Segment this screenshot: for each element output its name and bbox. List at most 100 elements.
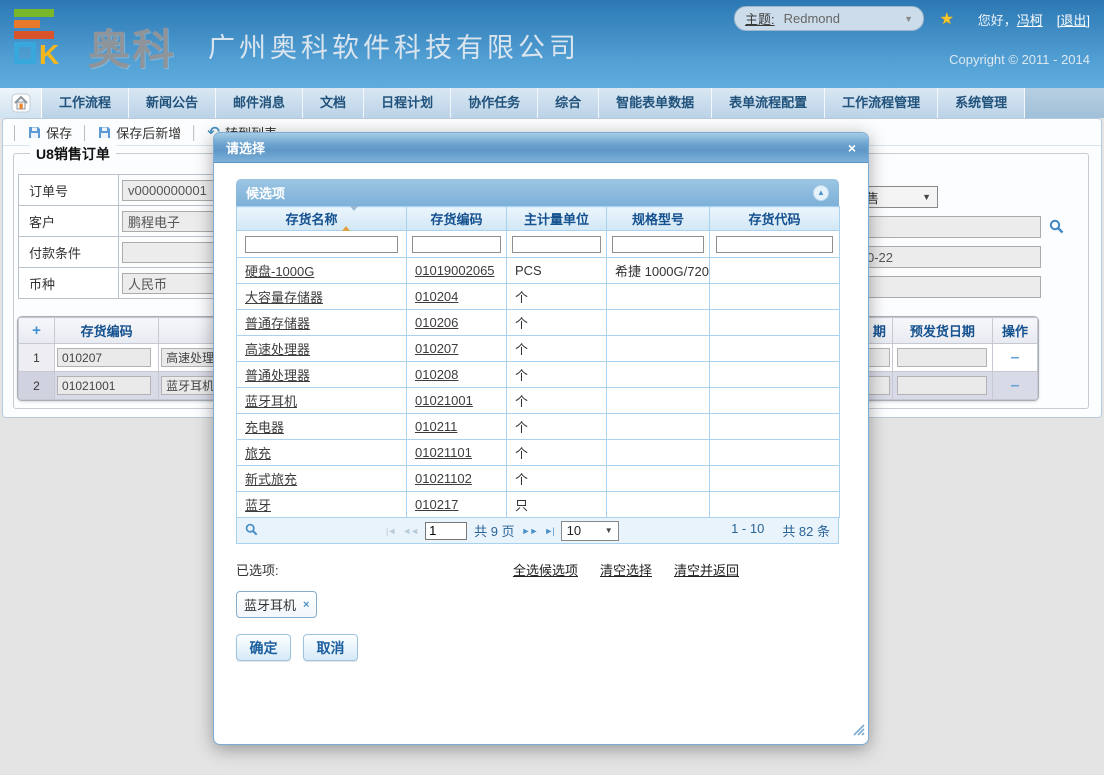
first-page-icon[interactable]: |◄ bbox=[386, 526, 395, 536]
item-name-link[interactable]: 蓝牙耳机 bbox=[245, 394, 297, 409]
item-stock-code bbox=[710, 336, 840, 362]
brand-name: 奥科 bbox=[88, 16, 176, 77]
item-stock-code bbox=[710, 258, 840, 284]
remove-row-icon[interactable]: – bbox=[995, 377, 1035, 395]
close-icon[interactable]: × bbox=[848, 140, 856, 156]
order-date-field[interactable] bbox=[861, 246, 1041, 268]
items-action-header: 操作 bbox=[992, 318, 1037, 344]
chevron-down-icon: ▼ bbox=[922, 192, 931, 202]
user-name-link[interactable]: 冯柯 bbox=[1017, 13, 1043, 28]
remove-row-icon[interactable]: – bbox=[995, 349, 1035, 367]
nav-tab-schedule[interactable]: 日程计划 bbox=[364, 88, 451, 118]
clear-and-return-link[interactable]: 清空并返回 bbox=[674, 560, 739, 579]
filter-stock-code-input[interactable] bbox=[716, 236, 832, 253]
page-size-select[interactable]: 10 ▼ bbox=[561, 521, 619, 541]
item-name-link[interactable]: 高速处理器 bbox=[245, 342, 310, 357]
item-code-link[interactable]: 01021101 bbox=[415, 445, 472, 460]
nav-tab-system-mgmt[interactable]: 系统管理 bbox=[938, 88, 1025, 118]
dialog-titlebar[interactable]: 请选择 × bbox=[214, 133, 868, 163]
filter-code-input[interactable] bbox=[412, 236, 501, 253]
theme-selector[interactable]: 主题: Redmond ▼ bbox=[734, 6, 924, 31]
nav-tab-docs[interactable]: 文档 bbox=[303, 88, 364, 118]
nav-tab-workflow-mgmt[interactable]: 工作流程管理 bbox=[825, 88, 938, 118]
item-code-link[interactable]: 01021001 bbox=[415, 393, 473, 408]
nav-tab-workflow[interactable]: 工作流程 bbox=[42, 88, 129, 118]
candidates-panel-header: 候选项 ▲ bbox=[236, 179, 839, 206]
item-stock-code bbox=[710, 492, 840, 518]
order-form-title: U8销售订单 bbox=[30, 144, 116, 164]
extra-field[interactable] bbox=[861, 276, 1041, 298]
logout-link[interactable]: [退出] bbox=[1057, 13, 1090, 28]
item-predelivery-field[interactable] bbox=[897, 348, 987, 367]
nav-tab-form-flow-config[interactable]: 表单流程配置 bbox=[712, 88, 825, 118]
chip-remove-icon[interactable]: × bbox=[303, 599, 309, 611]
add-row-icon[interactable]: + bbox=[32, 322, 41, 339]
collapse-icon[interactable]: ▲ bbox=[813, 185, 829, 201]
chevron-down-icon: ▼ bbox=[904, 14, 913, 24]
nav-tab-smart-form-data[interactable]: 智能表单数据 bbox=[599, 88, 712, 118]
col-header-code[interactable]: 存货编码 bbox=[407, 207, 507, 231]
item-predelivery-field[interactable] bbox=[897, 376, 987, 395]
filter-unit-input[interactable] bbox=[512, 236, 601, 253]
selected-chip-label: 蓝牙耳机 bbox=[244, 595, 296, 614]
item-code-link[interactable]: 010211 bbox=[415, 419, 457, 434]
ok-button[interactable]: 确定 bbox=[236, 634, 291, 661]
item-name-link[interactable]: 蓝牙 bbox=[245, 498, 271, 513]
logo-k-letter: K bbox=[39, 42, 59, 68]
items-code-header: 存货编码 bbox=[55, 318, 159, 344]
resize-grip-icon[interactable] bbox=[852, 723, 865, 741]
item-spec bbox=[607, 492, 710, 518]
item-name-link[interactable]: 普通处理器 bbox=[245, 368, 310, 383]
save-and-new-button[interactable]: 保存后新增 bbox=[98, 123, 181, 142]
item-name-link[interactable]: 新式旅充 bbox=[245, 472, 297, 487]
item-unit: 个 bbox=[507, 414, 607, 440]
item-code-link[interactable]: 010204 bbox=[415, 289, 458, 304]
col-header-spec[interactable]: 规格型号 bbox=[607, 207, 710, 231]
item-code-link[interactable]: 010217 bbox=[415, 497, 458, 512]
select-all-link[interactable]: 全选候选项 bbox=[513, 560, 578, 579]
clear-selection-link[interactable]: 清空选择 bbox=[600, 560, 652, 579]
item-code-link[interactable]: 010207 bbox=[415, 341, 458, 356]
item-code-link[interactable]: 01019002065 bbox=[415, 263, 495, 278]
dialog-title: 请选择 bbox=[226, 138, 265, 157]
item-name-link[interactable]: 旅充 bbox=[245, 446, 271, 461]
col-header-unit[interactable]: 主计量单位 bbox=[507, 207, 607, 231]
item-name-link[interactable]: 大容量存储器 bbox=[245, 290, 323, 305]
nav-tab-news[interactable]: 新闻公告 bbox=[129, 88, 216, 118]
nav-tab-mail[interactable]: 邮件消息 bbox=[216, 88, 303, 118]
item-code-field[interactable] bbox=[57, 376, 151, 395]
col-header-stock-code[interactable]: 存货代码 bbox=[710, 207, 840, 231]
search-icon[interactable] bbox=[1049, 219, 1064, 239]
filter-spec-input[interactable] bbox=[612, 236, 704, 253]
cancel-button[interactable]: 取消 bbox=[303, 634, 358, 661]
search-icon[interactable] bbox=[245, 523, 258, 539]
page-number-input[interactable] bbox=[425, 522, 467, 540]
candidate-row: 普通处理器 010208 个 bbox=[237, 362, 840, 388]
item-unit: 个 bbox=[507, 466, 607, 492]
filter-name-input[interactable] bbox=[245, 236, 397, 253]
logo-stripe bbox=[14, 31, 54, 39]
theme-label: 主题: bbox=[745, 9, 775, 28]
prev-page-icon[interactable]: ◄◄ bbox=[402, 526, 418, 536]
item-code-link[interactable]: 01021102 bbox=[415, 471, 472, 486]
home-icon bbox=[10, 93, 32, 113]
item-name-link[interactable]: 硬盘-1000G bbox=[245, 264, 314, 279]
last-page-icon[interactable]: ►| bbox=[544, 526, 553, 536]
selected-chip[interactable]: 蓝牙耳机 × bbox=[236, 591, 317, 618]
nav-home-tab[interactable] bbox=[0, 88, 42, 118]
nav-tab-collab[interactable]: 协作任务 bbox=[451, 88, 538, 118]
favorite-star-icon[interactable]: ★ bbox=[940, 9, 954, 29]
nav-tab-general[interactable]: 综合 bbox=[538, 88, 599, 118]
next-page-icon[interactable]: ►► bbox=[522, 526, 538, 536]
candidate-row: 充电器 010211 个 bbox=[237, 414, 840, 440]
item-name-link[interactable]: 普通存储器 bbox=[245, 316, 310, 331]
candidates-header-row: 存货名称 存货编码 主计量单位 规格型号 存货代码 bbox=[237, 207, 840, 231]
item-name-link[interactable]: 充电器 bbox=[245, 420, 284, 435]
item-code-link[interactable]: 010206 bbox=[415, 315, 458, 330]
save-button[interactable]: 保存 bbox=[28, 123, 72, 142]
item-code-field[interactable] bbox=[57, 348, 151, 367]
item-code-link[interactable]: 010208 bbox=[415, 367, 458, 382]
customer-label: 客户 bbox=[19, 206, 119, 237]
save-icon bbox=[28, 126, 41, 139]
col-header-name[interactable]: 存货名称 bbox=[237, 207, 407, 231]
